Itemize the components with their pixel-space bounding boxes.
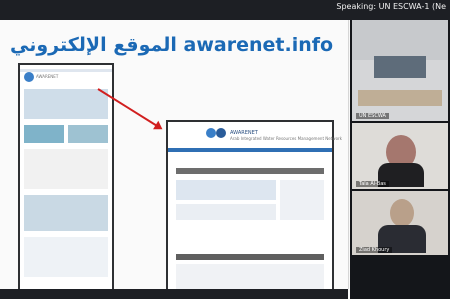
participant-name: UN ESCWA [356, 113, 389, 119]
bottom-strip [0, 289, 348, 299]
website-screenshot-small: AWARENET [18, 63, 114, 289]
shared-slide: الموقع الإلكتروني awarenet.info AWARENET… [0, 20, 349, 289]
participant-tile[interactable]: Ziad Khoury [352, 191, 448, 255]
participant-tile[interactable]: UN ESCWA [352, 20, 448, 121]
participants-panel: UN ESCWA Tala Al-Bas Ziad Khoury [350, 20, 450, 299]
participant-name: Tala Al-Bas [356, 181, 389, 187]
small-logo-text: AWARENET [36, 74, 59, 79]
speaking-indicator: Speaking: UN ESCWA-1 (Ne [336, 2, 446, 11]
big-logo-subtitle: Arab Integrated Water Resources Manageme… [230, 136, 342, 141]
meeting-window: Speaking: UN ESCWA-1 (Ne الموقع الإلكترو… [0, 0, 450, 299]
top-bar: Speaking: UN ESCWA-1 (Ne [0, 0, 450, 20]
website-screenshot-large: AWARENET Arab Integrated Water Resources… [166, 120, 342, 289]
participant-name: Ziad Khoury [356, 247, 393, 253]
slide-title: الموقع الإلكتروني awarenet.info [10, 34, 334, 56]
participant-tile[interactable]: Tala Al-Bas [352, 123, 448, 189]
